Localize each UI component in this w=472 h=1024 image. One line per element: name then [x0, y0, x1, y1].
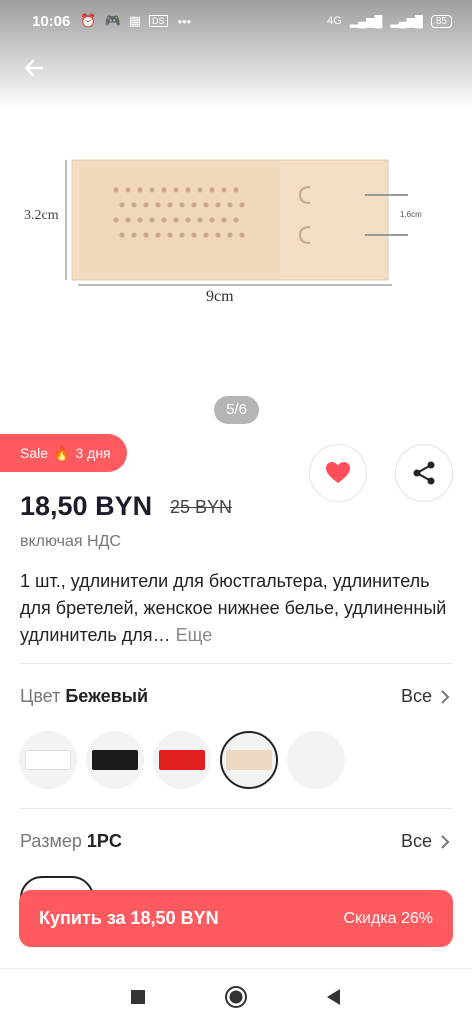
size-all-label: Все — [400, 831, 432, 851]
color-label: Цвет Бежевый — [20, 686, 148, 707]
color-label-text: Цвет — [20, 686, 61, 706]
more-link[interactable]: Еще — [176, 625, 213, 645]
gallery-pager: 5/6 — [214, 396, 259, 424]
description-text: 1 шт., удлинители для бюстгальтера, удли… — [20, 571, 447, 645]
back-button[interactable] — [18, 52, 50, 84]
swatch-image — [92, 750, 138, 770]
vat-note: включая НДС — [20, 533, 121, 550]
heart-icon — [326, 462, 350, 483]
status-bar: 10:06 ⏰ 🎮 ▦ DS ••• 4G ▂▄▆█ ▂▄▆█ 85 — [0, 0, 472, 42]
swatch-black[interactable] — [86, 731, 144, 789]
fire-icon: 🔥 — [53, 444, 71, 461]
color-all-label: Все — [400, 686, 432, 706]
sale-duration: 3 дня — [75, 445, 111, 461]
alarm-icon: ⏰ — [80, 13, 97, 28]
swatch-beige[interactable] — [220, 731, 278, 789]
recents-button[interactable] — [126, 985, 150, 1009]
current-price: 18,50 BYN — [20, 491, 153, 521]
divider — [20, 808, 452, 809]
home-circle-icon — [225, 986, 247, 1008]
swatch-red[interactable] — [153, 731, 211, 789]
signal-icon-2: ▂▄▆█ — [390, 15, 423, 28]
dim-width-label: 9cm — [206, 288, 234, 305]
size-label-text: Размер — [20, 831, 82, 851]
arrow-left-icon — [24, 59, 44, 77]
dim-small-label: 1.6cm — [400, 210, 422, 219]
product-description[interactable]: 1 шт., удлинители для бюстгальтера, удли… — [20, 568, 450, 649]
size-label: Размер 1PC — [20, 831, 122, 852]
product-gallery[interactable]: 3.2cm 9cm 1.6cm 5/6 — [0, 0, 472, 430]
gamepad-icon: 🎮 — [104, 13, 121, 28]
dim-height-label: 3.2cm — [24, 208, 59, 223]
back-nav-button[interactable] — [321, 985, 345, 1009]
chevron-right-icon — [441, 689, 450, 704]
sale-badge: Sale 🔥 3 дня — [0, 434, 127, 472]
product-image: 3.2cm 9cm 1.6cm — [24, 159, 422, 305]
ds-icon: DS — [149, 15, 168, 27]
favorite-button[interactable] — [309, 444, 367, 502]
status-time: 10:06 — [32, 12, 71, 30]
size-all-button[interactable]: Все — [401, 831, 450, 852]
system-nav-bar — [0, 968, 472, 1024]
swatch-empty[interactable] — [287, 731, 345, 789]
color-all-button[interactable]: Все — [401, 686, 450, 707]
swatch-image — [159, 750, 205, 770]
old-price: 25 BYN — [170, 497, 233, 517]
size-value: 1PC — [86, 831, 122, 851]
color-value: Бежевый — [65, 686, 149, 706]
battery-icon: 85 — [430, 14, 452, 28]
signal-icon: ▂▄▆█ — [349, 15, 383, 28]
share-button[interactable] — [395, 444, 453, 502]
divider — [20, 663, 452, 664]
swatch-white[interactable] — [19, 731, 77, 789]
swatch-image — [25, 750, 71, 770]
network-label: 4G — [327, 15, 342, 27]
square-icon — [131, 990, 145, 1004]
maps-icon: ▦ — [128, 13, 142, 28]
swatch-image — [226, 750, 272, 770]
home-button[interactable] — [224, 985, 248, 1009]
share-icon — [413, 461, 435, 485]
discount-label: Скидка 26% — [343, 909, 433, 927]
sale-label: Sale — [20, 445, 49, 461]
buy-label: Купить за 18,50 BYN — [39, 908, 219, 928]
chevron-right-icon — [441, 834, 450, 849]
buy-button[interactable]: Купить за 18,50 BYN Скидка 26% — [19, 890, 453, 947]
triangle-back-icon — [327, 989, 340, 1005]
more-notifications-icon: ••• — [177, 13, 192, 29]
